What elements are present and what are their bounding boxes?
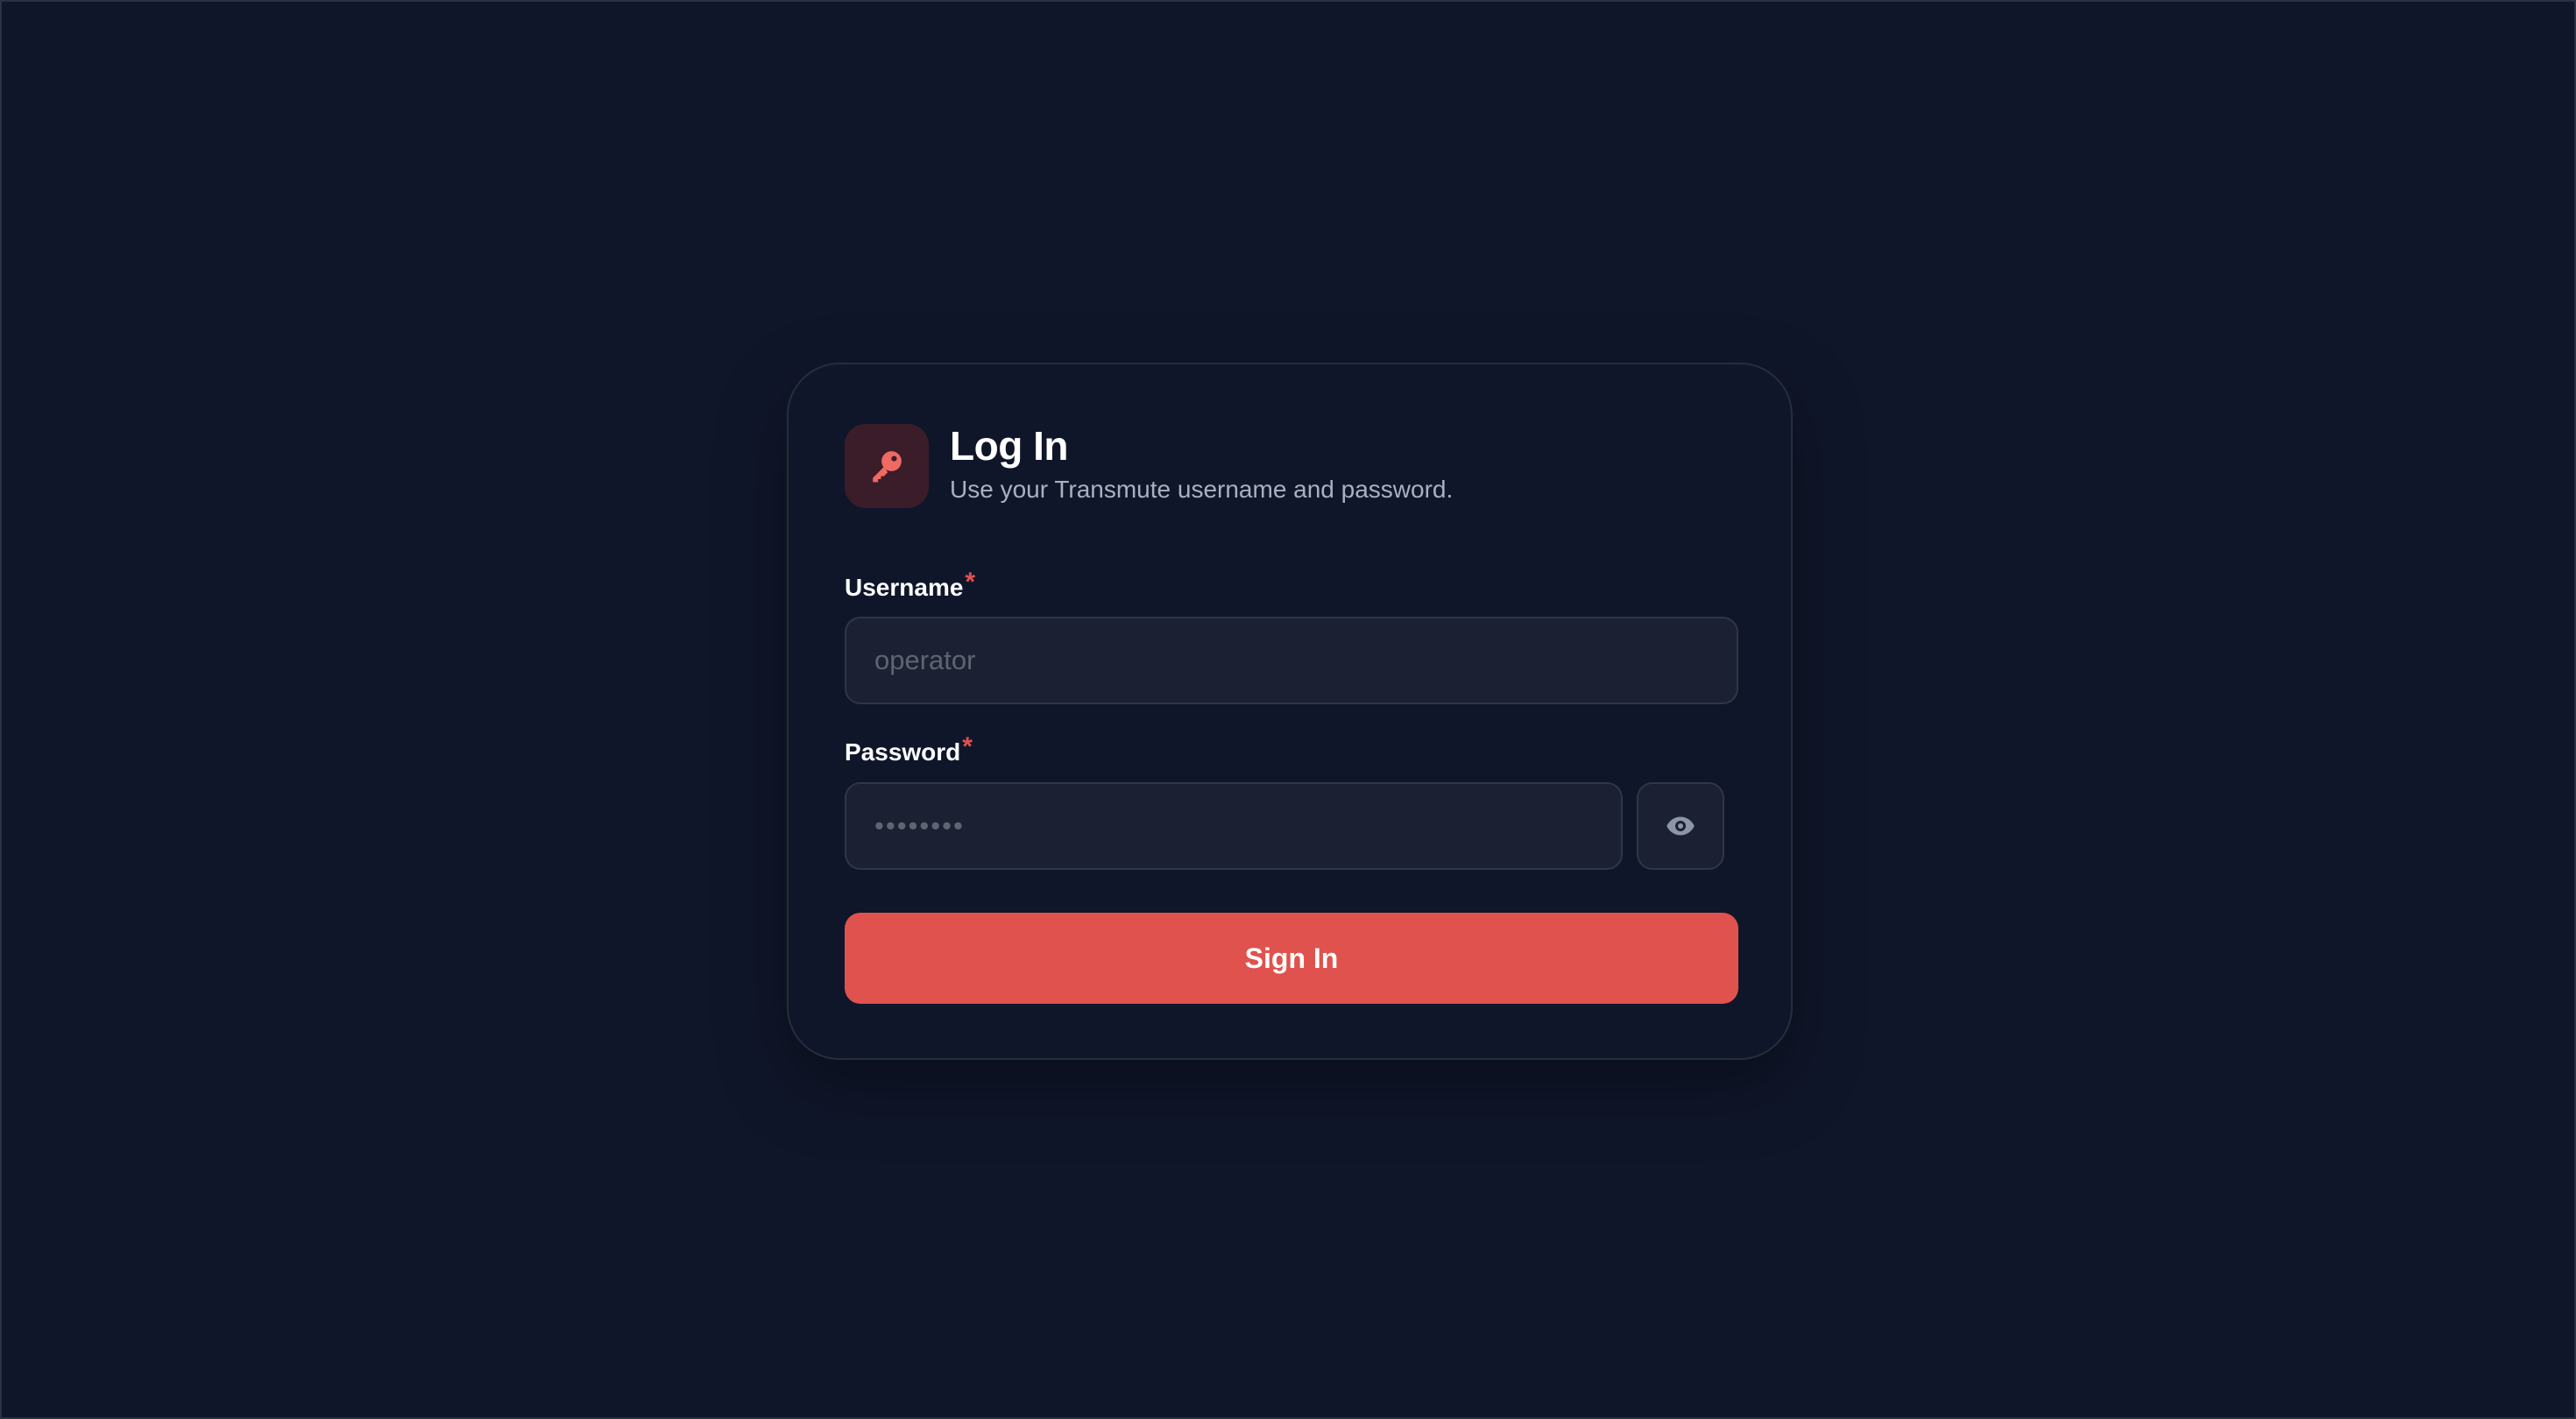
username-required-marker: *: [965, 568, 976, 597]
password-label-text: Password: [845, 738, 961, 766]
sign-in-button[interactable]: Sign In: [845, 913, 1738, 1004]
key-icon-badge: [845, 424, 929, 508]
toggle-password-visibility-button[interactable]: [1637, 782, 1724, 870]
username-input[interactable]: [845, 617, 1738, 704]
header-text: Log In Use your Transmute username and p…: [950, 422, 1453, 506]
key-icon: [873, 451, 902, 483]
eye-icon: [1667, 816, 1695, 836]
username-label: Username*: [845, 569, 975, 600]
password-input[interactable]: [845, 782, 1623, 870]
password-required-marker: *: [962, 732, 973, 761]
page-subtitle: Use your Transmute username and password…: [950, 476, 1454, 504]
login-card: Log In Use your Transmute username and p…: [787, 363, 1793, 1060]
login-header: Log In Use your Transmute username and p…: [845, 422, 1453, 508]
page-title: Log In: [950, 423, 1068, 469]
password-label: Password*: [845, 734, 973, 765]
username-label-text: Username: [845, 574, 964, 601]
